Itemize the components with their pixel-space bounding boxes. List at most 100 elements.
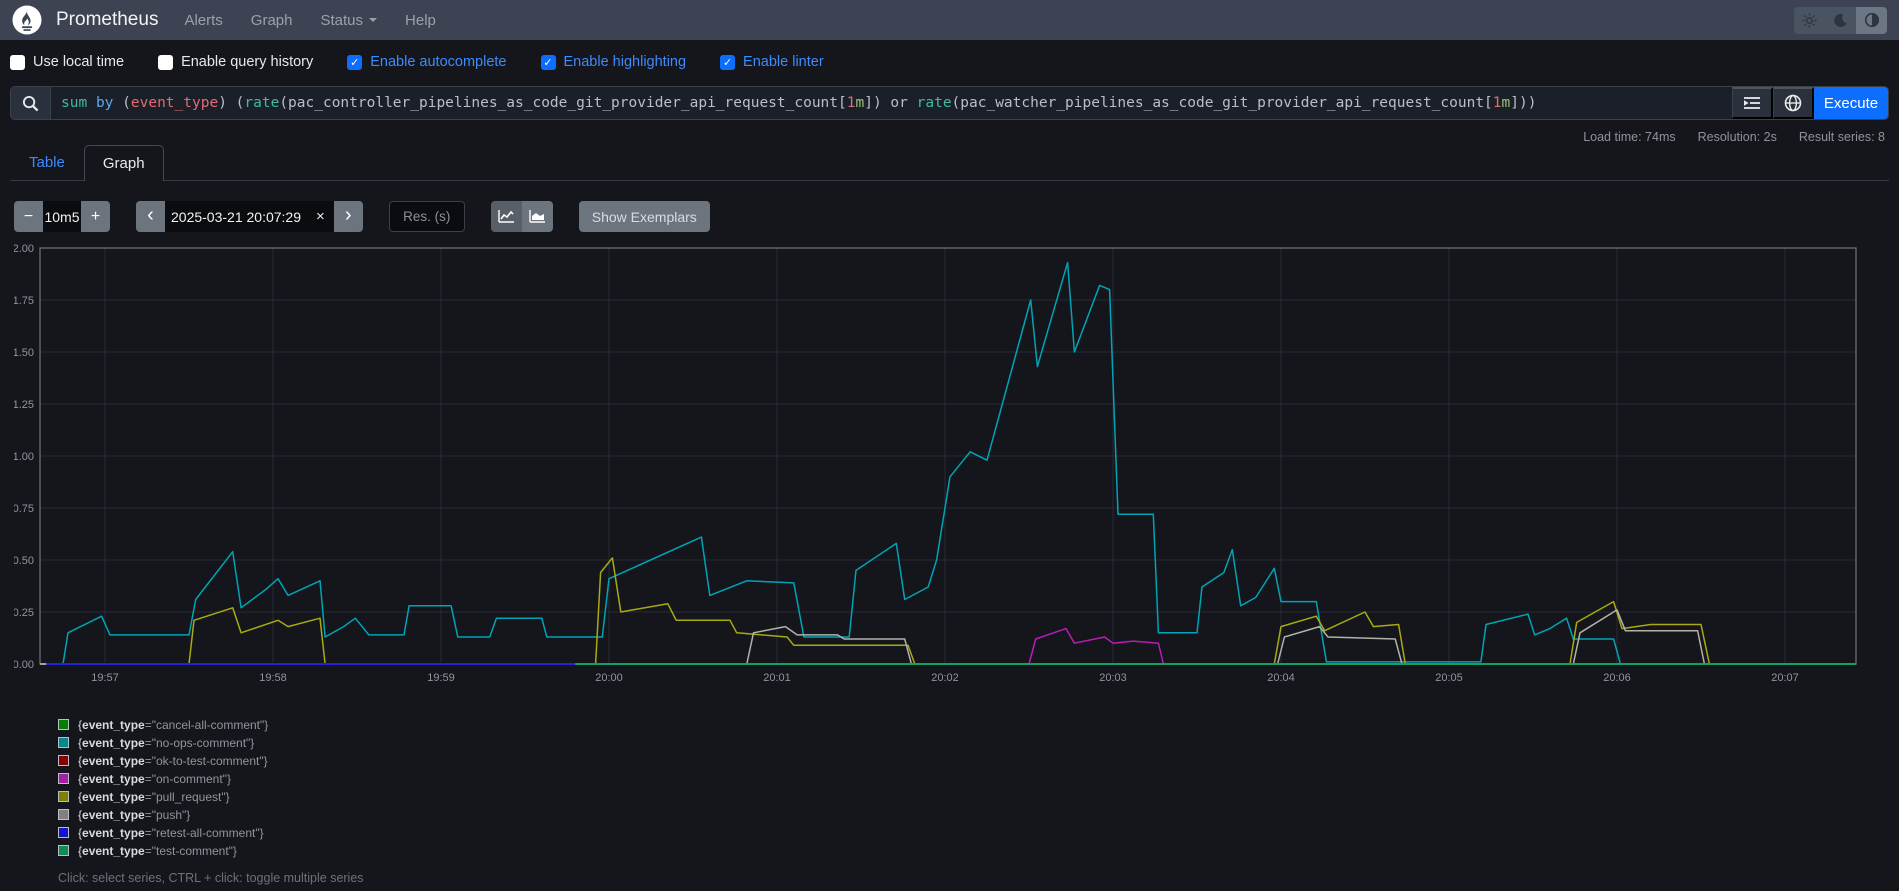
metrics-explorer-button[interactable] — [1732, 87, 1773, 119]
query-token: ) ( — [218, 95, 244, 111]
x-axis-tick: 20:02 — [931, 672, 959, 684]
legend-item-push[interactable]: {event_type="push"} — [58, 808, 1899, 821]
line-chart-icon — [498, 209, 515, 224]
legend-label: {event_type="push"} — [78, 808, 190, 822]
legend-item-no-ops-comment[interactable]: {event_type="no-ops-comment"} — [58, 736, 1899, 749]
chart-area: 0.000.250.500.751.001.251.501.752.0019:5… — [14, 244, 1885, 692]
query-token: 1 — [1493, 95, 1502, 111]
legend-help-note: Click: select series, CTRL + click: togg… — [58, 871, 1899, 885]
x-axis-tick: 19:57 — [91, 672, 119, 684]
legend-label: {event_type="cancel-all-comment"} — [78, 718, 268, 732]
load-time: Load time: 74ms — [1583, 130, 1675, 144]
chart-type-group — [491, 201, 553, 232]
checkbox-enable-query-history[interactable]: Enable query history — [158, 54, 313, 70]
legend: {event_type="cancel-all-comment"} {event_… — [58, 718, 1899, 857]
legend-item-retest-all-comment[interactable]: {event_type="retest-all-comment"} — [58, 826, 1899, 839]
stacked-chart-icon — [529, 209, 546, 224]
checkbox-enable-linter[interactable]: ✓ Enable linter — [720, 54, 824, 70]
query-token: rate — [244, 95, 279, 111]
checkbox-label: Enable highlighting — [564, 54, 687, 70]
legend-item-pull_request[interactable]: {event_type="pull_request"} — [58, 790, 1899, 803]
query-token: rate — [917, 95, 952, 111]
nav-link-graph[interactable]: Graph — [251, 12, 293, 29]
show-exemplars-button[interactable]: Show Exemplars — [579, 201, 710, 232]
legend-label: {event_type="retest-all-comment"} — [78, 826, 264, 840]
query-token: m — [1502, 95, 1511, 111]
graph-canvas[interactable]: 0.000.250.500.751.001.251.501.752.0019:5… — [14, 244, 1859, 692]
checked-checkbox-icon[interactable]: ✓ — [720, 55, 735, 70]
y-axis-tick: 1.50 — [14, 347, 34, 359]
x-axis-tick: 19:58 — [259, 672, 287, 684]
checkbox-label: Enable linter — [743, 54, 824, 70]
dark-theme-button[interactable] — [1825, 7, 1856, 34]
unchecked-checkbox-icon[interactable] — [10, 55, 25, 70]
time-group: ‹ × › — [136, 201, 363, 232]
auto-theme-button[interactable] — [1856, 7, 1887, 34]
query-token: 1 — [847, 95, 856, 111]
x-axis-tick: 20:04 — [1267, 672, 1295, 684]
legend-swatch — [58, 845, 69, 856]
tab-table[interactable]: Table — [10, 144, 84, 180]
query-token: (pac_controller_pipelines_as_code_git_pr… — [279, 95, 846, 111]
legend-label: {event_type="ok-to-test-comment"} — [78, 754, 268, 768]
legend-swatch — [58, 773, 69, 784]
query-token: ( — [113, 95, 130, 111]
nav-link-help[interactable]: Help — [405, 12, 436, 29]
checkbox-label: Enable autocomplete — [370, 54, 506, 70]
legend-item-cancel-all-comment[interactable]: {event_type="cancel-all-comment"} — [58, 718, 1899, 731]
format-expression-button[interactable] — [1773, 87, 1814, 119]
query-bar: sum by (event_type) (rate(pac_controller… — [10, 86, 1889, 120]
legend-item-on-comment[interactable]: {event_type="on-comment"} — [58, 772, 1899, 785]
legend-item-test-comment[interactable]: {event_type="test-comment"} — [58, 844, 1899, 857]
resolution-input[interactable] — [389, 201, 465, 232]
light-theme-button[interactable] — [1794, 7, 1825, 34]
checked-checkbox-icon[interactable]: ✓ — [347, 55, 362, 70]
legend-swatch — [58, 737, 69, 748]
y-axis-tick: 0.25 — [14, 607, 34, 619]
unchecked-checkbox-icon[interactable] — [158, 55, 173, 70]
query-token — [908, 95, 917, 111]
datetime-input[interactable] — [165, 209, 307, 225]
legend-swatch — [58, 755, 69, 766]
legend-swatch — [58, 809, 69, 820]
line-graph-button[interactable] — [491, 201, 522, 232]
time-back-button[interactable]: ‹ — [136, 201, 165, 232]
query-token — [87, 95, 96, 111]
checkbox-enable-highlighting[interactable]: ✓ Enable highlighting — [541, 54, 687, 70]
contrast-icon — [1864, 12, 1880, 28]
increase-range-button[interactable]: + — [81, 201, 110, 232]
checkbox-use-local-time[interactable]: Use local time — [10, 54, 124, 70]
query-token: ])) — [1510, 95, 1536, 111]
range-group: − + — [14, 201, 110, 232]
x-axis-tick: 20:07 — [1771, 672, 1799, 684]
query-token: sum — [61, 95, 87, 111]
series-line-on-comment — [40, 629, 1856, 664]
x-axis-tick: 20:03 — [1099, 672, 1127, 684]
query-input[interactable]: sum by (event_type) (rate(pac_controller… — [51, 87, 1732, 119]
y-axis-tick: 2.00 — [14, 244, 34, 255]
nav-link-status[interactable]: Status — [321, 12, 378, 29]
options-row: Use local time Enable query history ✓ Enabl… — [0, 40, 1899, 80]
metrics-explorer-icon — [1743, 95, 1761, 111]
checkbox-enable-autocomplete[interactable]: ✓ Enable autocomplete — [347, 54, 506, 70]
query-token: by — [96, 95, 113, 111]
resolution: Resolution: 2s — [1698, 130, 1777, 144]
query-token: or — [890, 95, 907, 111]
nav-link-alerts[interactable]: Alerts — [184, 12, 222, 29]
chevron-down-icon — [369, 18, 377, 22]
checked-checkbox-icon[interactable]: ✓ — [541, 55, 556, 70]
legend-item-ok-to-test-comment[interactable]: {event_type="ok-to-test-comment"} — [58, 754, 1899, 767]
y-axis-tick: 1.75 — [14, 295, 34, 307]
moon-icon — [1833, 13, 1848, 28]
query-token: event_type — [131, 95, 218, 111]
tab-graph[interactable]: Graph — [84, 145, 164, 181]
range-input[interactable] — [43, 201, 81, 232]
clear-time-icon[interactable]: × — [307, 208, 334, 225]
decrease-range-button[interactable]: − — [14, 201, 43, 232]
stacked-graph-button[interactable] — [522, 201, 553, 232]
execute-button[interactable]: Execute — [1814, 87, 1888, 119]
prometheus-logo-icon — [12, 5, 42, 35]
app-title: Prometheus — [56, 9, 158, 31]
time-forward-button[interactable]: › — [334, 201, 363, 232]
query-token: (pac_watcher_pipelines_as_code_git_provi… — [952, 95, 1493, 111]
